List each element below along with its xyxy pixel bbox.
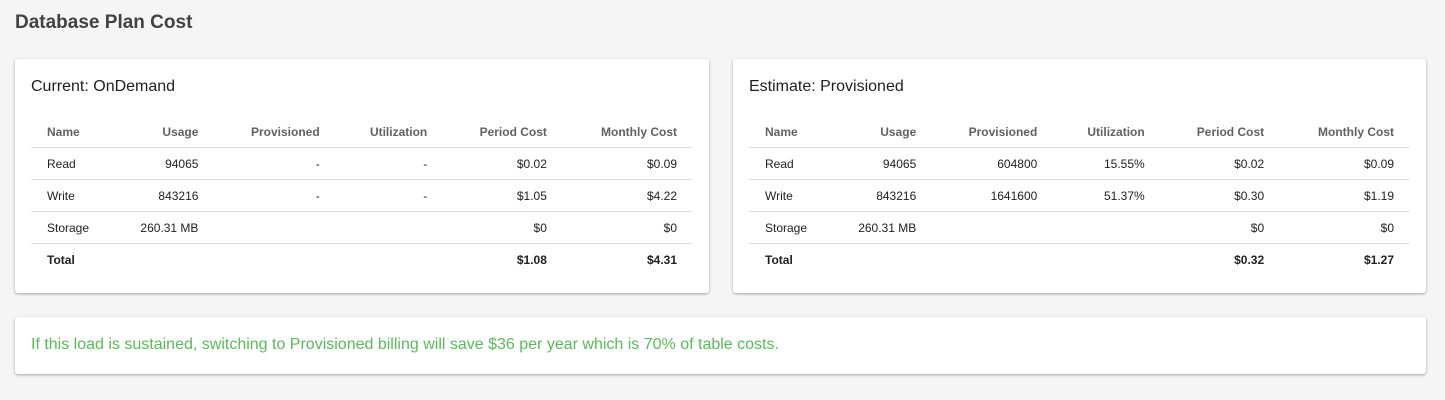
cell-provisioned — [214, 211, 336, 244]
column-header-usage: Usage — [824, 116, 933, 148]
table-row: Storage 260.31 MB $0 $0 — [31, 211, 693, 244]
cell-monthly-cost: $0 — [562, 211, 693, 244]
cell-usage: 94065 — [824, 147, 933, 180]
table-total-row: Total $1.08 $4.31 — [31, 244, 693, 276]
cell-usage: 94065 — [106, 147, 215, 180]
cell-usage: 843216 — [106, 179, 215, 212]
cell-provisioned: 1641600 — [932, 179, 1054, 212]
column-header-name: Name — [31, 116, 106, 148]
column-header-utilization: Utilization — [335, 116, 444, 148]
cell-name: Storage — [749, 211, 824, 244]
cell-period-cost: $0.30 — [1160, 179, 1281, 212]
column-header-provisioned: Provisioned — [214, 116, 336, 148]
cell-utilization: - — [335, 179, 444, 212]
column-header-monthly-cost: Monthly Cost — [1280, 116, 1410, 148]
column-header-utilization: Utilization — [1053, 116, 1161, 148]
cell-name: Total — [47, 252, 75, 267]
cell-period-cost: $0.32 — [1234, 252, 1265, 267]
cell-utilization: 15.55% — [1053, 147, 1161, 180]
cell-monthly-cost: $0 — [1280, 211, 1410, 244]
cell-period-cost: $1.08 — [516, 252, 547, 267]
cell-provisioned: 604800 — [932, 147, 1054, 180]
cell-provisioned: - — [214, 147, 336, 180]
current-plan-table: Name Usage Provisioned Utilization Perio… — [31, 116, 693, 275]
current-plan-card: Current: OnDemand Name Usage Provisioned… — [15, 59, 709, 293]
cell-utilization — [336, 244, 444, 276]
cell-provisioned — [932, 211, 1054, 244]
cell-monthly-cost: $4.31 — [646, 252, 677, 267]
cell-utilization: 51.37% — [1053, 179, 1161, 212]
cell-usage: 260.31 MB — [106, 211, 215, 244]
cell-name: Write — [749, 179, 824, 212]
cell-period-cost: $1.05 — [443, 179, 563, 212]
cell-utilization — [1053, 244, 1160, 276]
table-row: Storage 260.31 MB $0 $0 — [749, 211, 1410, 244]
column-header-provisioned: Provisioned — [932, 116, 1054, 148]
cell-period-cost: $0.02 — [1160, 147, 1281, 180]
cell-monthly-cost: $1.19 — [1280, 179, 1410, 212]
cell-monthly-cost: $1.27 — [1363, 252, 1394, 267]
current-plan-title: Current: OnDemand — [31, 78, 176, 95]
cell-name: Write — [31, 179, 106, 212]
cell-monthly-cost: $0.09 — [1280, 147, 1410, 180]
table-total-row: Total $0.32 $1.27 — [749, 244, 1410, 276]
column-header-monthly-cost: Monthly Cost — [562, 116, 693, 148]
table-row: Write 843216 1641600 51.37% $0.30 $1.19 — [749, 179, 1410, 212]
cell-name: Total — [765, 252, 793, 267]
cell-usage: 260.31 MB — [824, 211, 933, 244]
cell-name: Read — [749, 147, 824, 180]
column-header-period-cost: Period Cost — [443, 116, 563, 148]
cell-monthly-cost: $4.22 — [562, 179, 693, 212]
table-row: Write 843216 - - $1.05 $4.22 — [31, 179, 693, 212]
cell-period-cost: $0 — [1160, 211, 1281, 244]
cell-provisioned — [932, 244, 1053, 276]
savings-summary-text: If this load is sustained, switching to … — [31, 336, 779, 353]
cell-monthly-cost: $0.09 — [562, 147, 693, 180]
column-header-usage: Usage — [106, 116, 215, 148]
page-title: Database Plan Cost — [15, 12, 193, 33]
table-row: Read 94065 604800 15.55% $0.02 $0.09 — [749, 147, 1410, 180]
cell-provisioned: - — [214, 179, 336, 212]
column-header-period-cost: Period Cost — [1160, 116, 1281, 148]
cell-utilization — [335, 211, 444, 244]
table-header-row: Name Usage Provisioned Utilization Perio… — [749, 116, 1410, 148]
column-header-name: Name — [749, 116, 824, 148]
cell-provisioned — [214, 244, 335, 276]
estimate-plan-table: Name Usage Provisioned Utilization Perio… — [749, 116, 1410, 275]
page: Database Plan Cost Current: OnDemand Nam… — [0, 0, 1445, 400]
savings-summary-card: If this load is sustained, switching to … — [15, 317, 1426, 374]
cell-usage — [824, 244, 932, 276]
cell-name: Storage — [31, 211, 106, 244]
estimate-plan-title: Estimate: Provisioned — [749, 78, 904, 95]
cell-usage: 843216 — [824, 179, 933, 212]
table-header-row: Name Usage Provisioned Utilization Perio… — [31, 116, 693, 148]
cell-usage — [106, 244, 214, 276]
cell-utilization: - — [335, 147, 444, 180]
table-row: Read 94065 - - $0.02 $0.09 — [31, 147, 693, 180]
cell-name: Read — [31, 147, 106, 180]
cell-period-cost: $0.02 — [443, 147, 563, 180]
estimate-plan-card: Estimate: Provisioned Name Usage Provisi… — [733, 59, 1426, 293]
cell-period-cost: $0 — [443, 211, 563, 244]
cell-utilization — [1053, 211, 1161, 244]
